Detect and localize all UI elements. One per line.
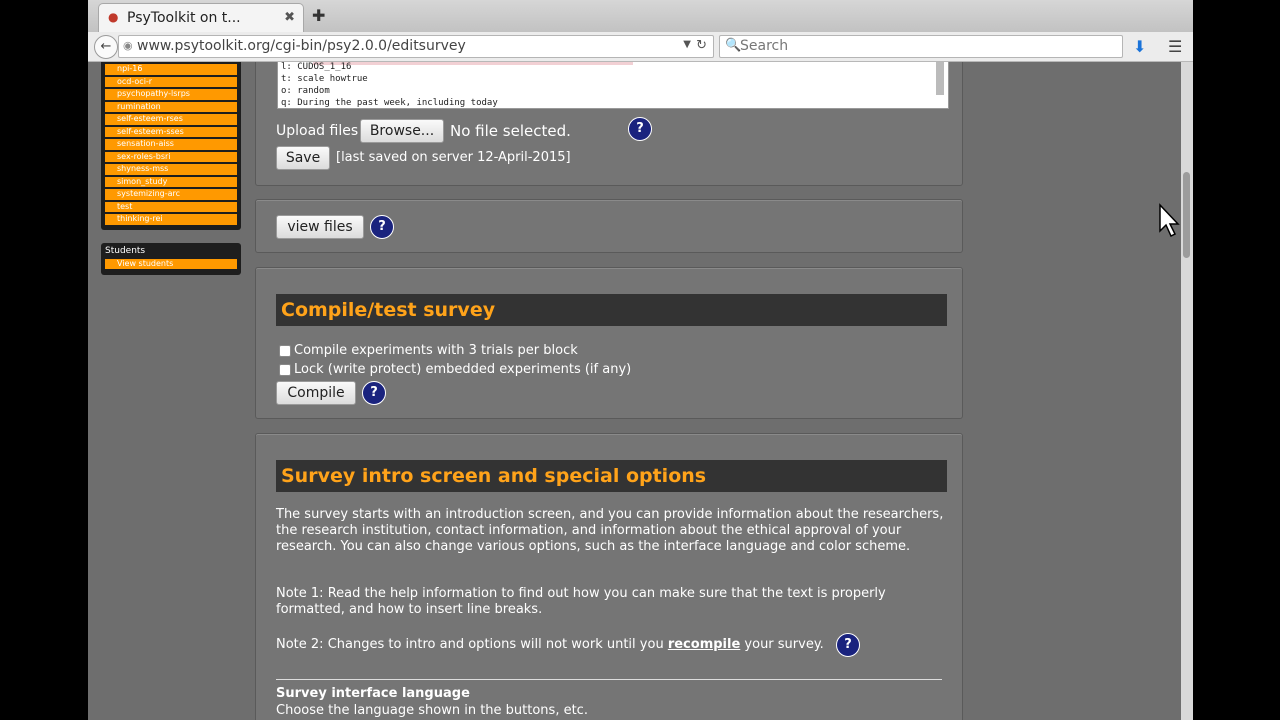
- url-bar[interactable]: ◉ www.psytoolkit.org/cgi-bin/psy2.0.0/ed…: [118, 35, 714, 58]
- view-files-button[interactable]: view files: [276, 215, 364, 239]
- note-1: Note 1: Read the help information to fin…: [276, 586, 886, 617]
- sidebar-item[interactable]: rumination: [105, 101, 237, 112]
- survey-editor-panel: l: CUDOS_1_16 t: scale howtrue o: random…: [255, 62, 963, 186]
- code-line: t: scale howtrue: [281, 74, 368, 84]
- help-icon[interactable]: ?: [836, 633, 860, 657]
- sidebar-item[interactable]: thinking-rei: [105, 214, 237, 225]
- survey-list: npi-16 ocd-oci-r psychopathy-lsrps rumin…: [101, 62, 241, 230]
- lock-experiments-label: Lock (write protect) embedded experiment…: [294, 362, 632, 377]
- new-tab-icon[interactable]: ✚: [312, 6, 325, 25]
- url-dropdown-icon[interactable]: ▼: [683, 39, 691, 50]
- sidebar: npi-16 ocd-oci-r psychopathy-lsrps rumin…: [101, 62, 241, 275]
- browse-button[interactable]: Browse...: [360, 119, 444, 143]
- recompile-link[interactable]: recompile: [668, 637, 740, 652]
- save-button[interactable]: Save: [276, 146, 330, 170]
- search-icon: 🔍: [725, 38, 742, 53]
- sidebar-item[interactable]: sensation-aiss: [105, 139, 237, 150]
- sidebar-item[interactable]: test: [105, 201, 237, 212]
- note-2-prefix: Note 2: Changes to intro and options wil…: [276, 637, 664, 652]
- download-icon[interactable]: ⬇: [1133, 37, 1146, 56]
- saved-status: [last saved on server 12-April-2015]: [336, 150, 571, 165]
- compile-trials-label: Compile experiments with 3 trials per bl…: [294, 343, 578, 358]
- psytoolkit-favicon-icon: ●: [108, 10, 119, 24]
- sidebar-item[interactable]: simon_study: [105, 176, 237, 187]
- sidebar-item[interactable]: sex-roles-bsri: [105, 151, 237, 162]
- intro-options-panel: Survey intro screen and special options …: [255, 433, 963, 720]
- highlight-strip: [313, 62, 633, 65]
- code-line: q: During the past week, including today: [281, 98, 498, 108]
- compile-panel: Compile/test survey Compile experiments …: [255, 267, 963, 419]
- page-scrollbar[interactable]: [1181, 62, 1193, 720]
- search-placeholder: Search: [740, 38, 789, 54]
- compile-title: Compile/test survey: [276, 294, 947, 326]
- interface-language-heading: Survey interface language: [276, 686, 470, 701]
- tab-psytoolkit[interactable]: ● PsyToolkit on t... ✖: [98, 3, 304, 33]
- sidebar-item[interactable]: psychopathy-lsrps: [105, 89, 237, 100]
- sidebar-item[interactable]: self-esteem-rses: [105, 114, 237, 125]
- back-arrow-icon[interactable]: ←: [94, 35, 118, 59]
- help-icon[interactable]: ?: [628, 117, 652, 141]
- upload-files-label: Upload files: [276, 123, 359, 139]
- site-info-icon[interactable]: ◉: [123, 39, 133, 52]
- help-icon[interactable]: ?: [370, 215, 394, 239]
- sidebar-item[interactable]: self-esteem-sses: [105, 126, 237, 137]
- compile-button[interactable]: Compile: [276, 381, 356, 405]
- tab-bar: ● PsyToolkit on t... ✖ ✚: [88, 0, 1193, 33]
- mouse-cursor-icon: [1159, 203, 1180, 238]
- sidebar-item[interactable]: shyness-mss: [105, 164, 237, 175]
- page-content: npi-16 ocd-oci-r psychopathy-lsrps rumin…: [88, 62, 1181, 720]
- search-input[interactable]: 🔍 Search: [719, 35, 1123, 58]
- code-line: l: CUDOS_1_16: [281, 62, 352, 72]
- sidebar-item[interactable]: systemizing-arc: [105, 189, 237, 200]
- intro-title: Survey intro screen and special options: [276, 460, 947, 492]
- tab-title: PsyToolkit on t...: [127, 10, 241, 26]
- sidebar-item[interactable]: ocd-oci-r: [105, 76, 237, 87]
- textarea-scrollbar[interactable]: [936, 62, 944, 95]
- files-panel: view files ?: [255, 199, 963, 253]
- url-text: www.psytoolkit.org/cgi-bin/psy2.0.0/edit…: [137, 38, 466, 54]
- students-header: Students: [105, 245, 146, 256]
- divider: [276, 679, 942, 680]
- sidebar-item-view-students[interactable]: View students: [105, 258, 237, 269]
- students-box: Students View students: [101, 242, 241, 275]
- scrollbar-thumb[interactable]: [1183, 172, 1190, 258]
- note-2-suffix: your survey.: [744, 637, 824, 652]
- close-tab-icon[interactable]: ✖: [284, 10, 295, 25]
- browser-window: ● PsyToolkit on t... ✖ ✚ ← ◉ www.psytool…: [88, 0, 1193, 720]
- survey-code-textarea[interactable]: l: CUDOS_1_16 t: scale howtrue o: random…: [277, 62, 949, 109]
- interface-language-description: Choose the language shown in the buttons…: [276, 703, 588, 718]
- no-file-label: No file selected.: [450, 122, 571, 140]
- reload-icon[interactable]: ↻: [696, 38, 707, 53]
- code-line: o: random: [281, 86, 330, 96]
- help-icon[interactable]: ?: [362, 381, 386, 405]
- lock-experiments-checkbox[interactable]: [279, 364, 291, 376]
- intro-description: The survey starts with an introduction s…: [276, 507, 944, 554]
- sidebar-item[interactable]: npi-16: [105, 64, 237, 75]
- compile-trials-checkbox[interactable]: [279, 345, 291, 357]
- hamburger-menu-icon[interactable]: ☰: [1168, 37, 1182, 56]
- navigation-bar: ← ◉ www.psytoolkit.org/cgi-bin/psy2.0.0/…: [88, 32, 1193, 62]
